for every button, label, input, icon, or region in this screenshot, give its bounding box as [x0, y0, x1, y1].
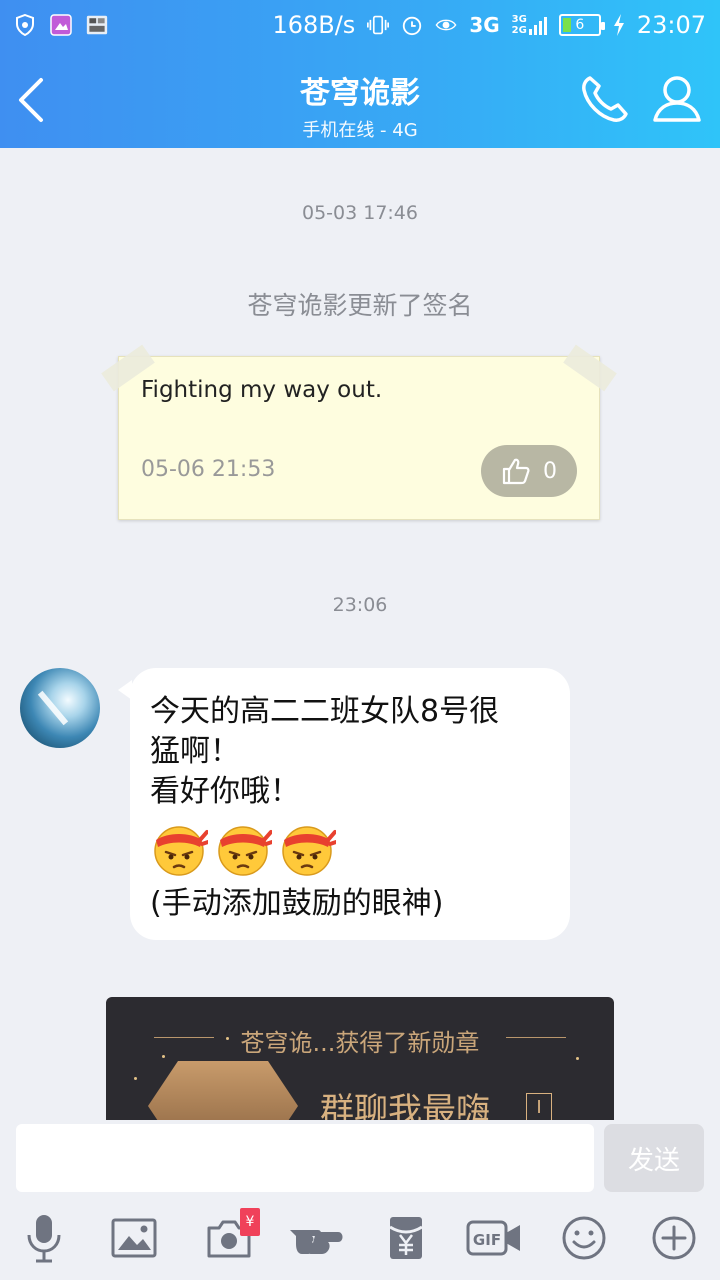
voice-button[interactable]: [16, 1208, 72, 1268]
phone-icon: [582, 76, 628, 122]
shield-icon: [14, 14, 36, 36]
red-packet-badge: ¥: [240, 1208, 260, 1236]
determined-face-emoji-icon: [282, 826, 336, 876]
timestamp: 23:06: [332, 594, 388, 616]
app-notification-icon: [86, 14, 108, 36]
signature-card[interactable]: Fighting my way out. 05-06 21:53 0: [101, 344, 617, 520]
clock: 23:07: [636, 11, 706, 39]
image-icon: [111, 1218, 157, 1258]
badge-level: I: [526, 1093, 552, 1121]
microphone-icon: [27, 1215, 61, 1263]
determined-face-emoji-icon: [218, 826, 272, 876]
like-count: 0: [543, 458, 557, 484]
emoji-row: [150, 820, 550, 878]
red-envelope-icon: [389, 1217, 423, 1259]
message-line: (手动添加鼓励的眼神): [150, 886, 444, 921]
message-input[interactable]: [16, 1124, 594, 1192]
medal-icon: [148, 1061, 298, 1122]
like-button[interactable]: 0: [481, 445, 577, 497]
charging-icon: [613, 14, 625, 36]
vibrate-icon: [367, 14, 390, 36]
message-line: 今天的高二二班女队8号很: [150, 694, 500, 729]
person-icon: [653, 76, 701, 122]
status-bar: 168B/s 3G 3G 2G 6 23:07: [0, 0, 720, 50]
message-bubble[interactable]: 今天的高二二班女队8号很 猛啊！ 看好你哦！ (手动添加鼓励的眼神): [118, 668, 570, 940]
signature-text: Fighting my way out.: [141, 377, 383, 403]
message-line: 看好你哦！: [150, 774, 300, 809]
battery-level: 6: [575, 17, 585, 33]
network-type-2: 3G: [511, 14, 527, 25]
thumbs-up-icon: [502, 458, 530, 485]
chat-header: 苍穹诡影 手机在线 - 4G: [0, 50, 720, 148]
eye-icon: [435, 14, 457, 36]
signature-time: 05-06 21:53: [141, 457, 276, 482]
battery-icon: 6: [558, 14, 605, 36]
gif-label: GIF: [473, 1231, 501, 1249]
system-notice: 苍穹诡影更新了签名: [247, 291, 473, 320]
message-line: 猛啊！: [150, 734, 240, 769]
determined-face-emoji-icon: [154, 826, 208, 876]
badge-card[interactable]: 苍穹诡...获得了新勋章 群聊我最嗨 I: [106, 997, 614, 1122]
network-type: 3G: [469, 13, 500, 37]
badge-name: 群聊我最嗨: [320, 1091, 490, 1122]
pointing-hand-icon: [290, 1230, 343, 1254]
alarm-icon: [401, 14, 423, 36]
plus-circle-icon: [652, 1216, 696, 1260]
camera-button[interactable]: ¥: [198, 1208, 260, 1268]
gallery-notification-icon: [50, 14, 72, 36]
signal-icon: 3G 2G: [512, 14, 547, 36]
input-bar: 发送 ¥ GIF: [0, 1120, 720, 1280]
smiley-icon: [562, 1216, 606, 1260]
network-type-3: 2G: [511, 25, 527, 36]
timestamp: 05-03 17:46: [301, 202, 418, 224]
gif-icon: GIF: [466, 1220, 520, 1256]
gif-button[interactable]: GIF: [464, 1208, 524, 1268]
badge-title: 苍穹诡...获得了新勋章: [240, 1029, 480, 1057]
send-button[interactable]: 发送: [604, 1124, 704, 1192]
net-speed: 168B/s: [272, 11, 356, 39]
toolbar: ¥ GIF: [0, 1208, 720, 1272]
emoji-button[interactable]: [556, 1208, 612, 1268]
call-button[interactable]: [578, 72, 632, 126]
profile-button[interactable]: [650, 72, 704, 126]
tape-decoration: [563, 344, 617, 392]
gallery-button[interactable]: [106, 1208, 162, 1268]
more-button[interactable]: [646, 1208, 702, 1268]
red-packet-button[interactable]: [378, 1208, 434, 1268]
poke-button[interactable]: [286, 1208, 348, 1268]
avatar[interactable]: [20, 668, 100, 748]
